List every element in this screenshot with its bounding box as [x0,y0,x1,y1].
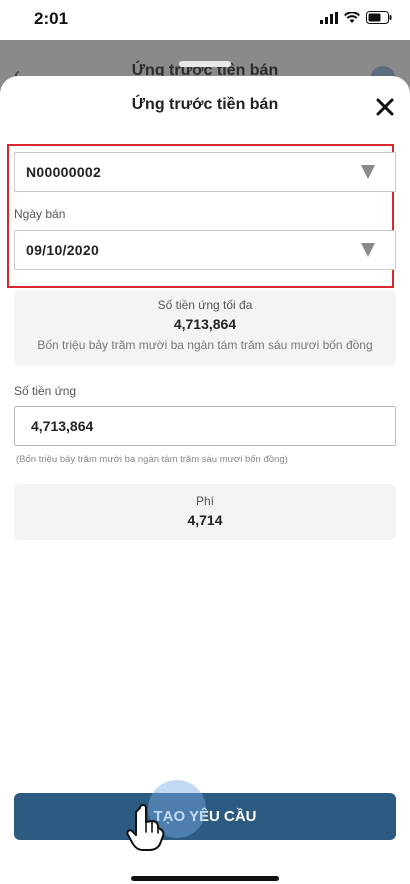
battery-icon [366,11,392,24]
close-icon[interactable] [374,96,396,118]
fee-amount: 4,714 [187,512,223,528]
chevron-down-icon [361,165,375,179]
tap-hand-icon [126,804,165,851]
sale-date-select[interactable]: 09/10/2020 [14,230,396,270]
sale-date-label: Ngày bán [14,207,66,221]
home-indicator[interactable] [131,876,279,881]
sheet-grabber[interactable] [179,61,231,67]
fee-caption: Phí [195,494,214,508]
chevron-down-icon [361,243,375,257]
max-advance-in-words: Bốn triệu bảy trăm mười ba ngàn tám trăm… [37,338,373,352]
advance-sale-sheet: Ứng trước tiền bán N00000002 Ngày bán 09… [0,76,410,884]
max-advance-amount: 4,713,864 [173,316,237,332]
fee-card: Phí 4,714 [14,484,396,540]
account-select[interactable]: N00000002 [14,152,396,192]
advance-amount-input[interactable] [14,406,396,446]
max-advance-card: Số tiền ứng tối đa 4,713,864 Bốn triệu b… [14,290,396,366]
status-bar: 2:01 [0,0,410,40]
max-advance-caption: Số tiền ứng tối đa [157,298,253,312]
advance-amount-label: Số tiền ứng [14,384,77,398]
status-icons [320,11,392,24]
account-select-value: N00000002 [26,164,102,180]
advance-amount-in-words: (Bốn triệu bảy trăm mười ba ngàn tám tră… [16,454,288,465]
sale-date-value: 09/10/2020 [26,242,100,258]
signal-icon [320,11,338,24]
sheet-title: Ứng trước tiền bán [131,96,279,113]
status-time: 2:01 [34,9,69,28]
wifi-icon [344,11,360,23]
